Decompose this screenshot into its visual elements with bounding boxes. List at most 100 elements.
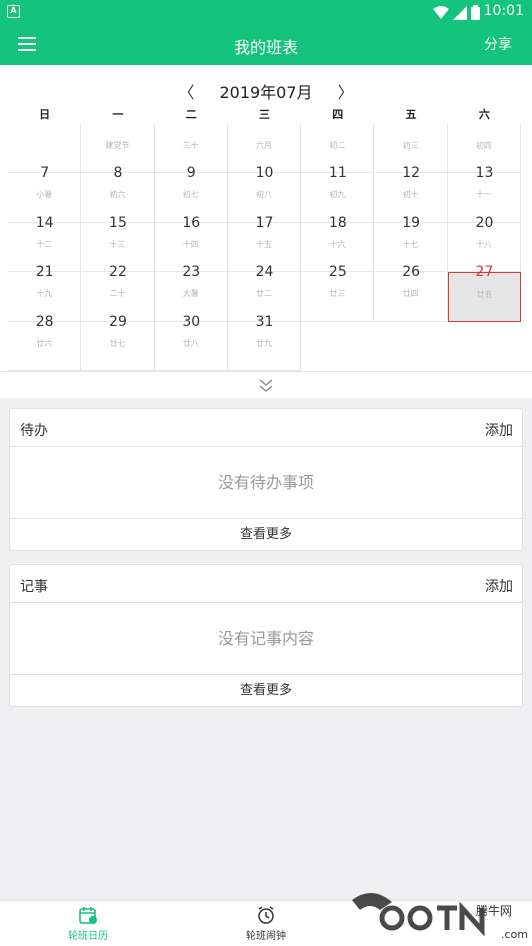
calendar-icon [79,907,97,924]
lunar-date: 初七 [182,190,199,200]
calendar-day-number: 29 [109,313,127,330]
notes-more-button[interactable]: 查看更多 [10,675,522,706]
lunar-date: 十六 [329,239,346,249]
todo-more-button[interactable]: 查看更多 [10,519,522,550]
calendar-day-number: 25 [328,264,347,281]
watermark-domain: .com [501,928,528,941]
weekday-label: 五 [405,108,417,121]
tab-shift-alarm[interactable]: 轮班闹钟 [211,905,321,942]
clock: 10:01 [483,3,524,19]
lunar-date: 初二 [329,141,346,150]
calendar-day-number: 9 [186,165,196,182]
weekday-header: 日 一 二 三 四 五 六 [8,106,521,122]
lunar-date: 初四 [475,141,492,150]
calendar-day-number: 17 [255,214,274,231]
expand-calendar-button[interactable] [0,371,532,398]
lunar-date: 十一 [475,190,492,200]
calendar-day-number: 28 [35,313,54,330]
double-chevron-down-icon [259,379,273,392]
lunar-date: 初八 [256,190,273,200]
month-navigator: 〈 2019年07月 〉 [0,79,532,103]
signal-icon [453,5,467,20]
lunar-date: 十三 [109,239,126,249]
calendar: 〈 2019年07月 〉 日 一 二 三 四 五 六 建党节 三十 六月 初二 初三 初四… [0,65,532,398]
lunar-date: 廿四 [402,289,419,299]
lunar-date: 廿八 [182,338,199,348]
lunar-date: 十七 [402,239,419,249]
alarm-clock-icon [258,906,274,924]
lunar-date: 廿五 [476,290,493,300]
todo-title: 待办 [20,423,48,439]
calendar-day-number: 24 [255,264,274,281]
wifi-icon [433,5,449,19]
lunar-date: 二十 [109,289,126,299]
lunar-date: 廿九 [256,338,273,348]
calendar-day-number: 16 [182,214,201,231]
lunar-date: 小暑 [36,190,53,200]
calendar-day-number: 11 [328,165,347,182]
calendar-day-number: 14 [35,214,54,231]
lunar-date: 廿六 [36,338,53,348]
calendar-day-number: 19 [402,214,421,231]
calendar-day-number: 8 [113,165,123,182]
weekday-label: 日 [39,108,51,121]
weekday-label: 六 [478,108,490,121]
calendar-day-number: 13 [475,165,494,182]
lunar-date: 三十 [182,141,199,150]
todo-card: 待办 添加 没有待办事项 查看更多 [9,408,523,551]
notes-card: 记事 添加 没有记事内容 查看更多 [9,564,523,707]
calendar-day-number: 20 [475,214,494,231]
lunar-date: 初九 [329,190,346,200]
lunar-date: 初六 [109,190,126,200]
notes-empty-text: 没有记事内容 [10,603,522,675]
tab-label: 轮班闹钟 [246,931,286,942]
calendar-day-number: 26 [402,264,421,281]
watermark-logo: 腾牛网 .com [332,880,532,946]
share-button[interactable]: 分享 [484,34,512,54]
status-bar: A 10:01 [0,0,532,24]
calendar-day-number: 22 [109,264,127,281]
add-note-button[interactable]: 添加 [485,576,513,596]
lunar-date: 十九 [36,289,53,299]
watermark-text: 腾牛网 [475,904,512,918]
lunar-date: 廿七 [109,338,126,348]
lunar-date: 十四 [182,239,199,249]
lunar-date: 大暑 [182,289,199,299]
lunar-date: 六月 [256,141,273,150]
weekday-label: 二 [185,108,197,121]
calendar-day-number: 23 [182,264,201,281]
calendar-day-number: 7 [40,165,50,182]
prev-month-button[interactable]: 〈 [174,79,198,103]
calendar-day-number: 31 [255,313,274,330]
calendar-day-number: 10 [255,165,274,182]
calendar-day-number: 21 [35,264,54,281]
lunar-date: 初十 [402,190,419,200]
lunar-date: 廿二 [256,289,273,299]
lunar-date: 廿三 [329,289,346,299]
lunar-date: 初三 [402,141,419,150]
app-bar: 我的班表 分享 [0,24,532,65]
calendar-day-number: 30 [182,313,201,330]
notes-title: 记事 [20,579,48,595]
calendar-day-number: 12 [402,165,421,182]
weekday-label: 四 [332,108,344,121]
tab-label: 轮班日历 [68,931,108,942]
calendar-day-number: 27 [475,264,494,281]
page-title: 我的班表 [233,38,298,57]
weekday-label: 三 [258,108,270,121]
lunar-date: 十八 [475,239,492,249]
battery-icon [471,5,480,20]
tab-shift-calendar[interactable]: 轮班日历 [33,905,143,942]
lunar-date: 建党节 [105,141,130,150]
calendar-day-number: 15 [109,214,127,231]
app-notification-icon: A [7,5,20,18]
lunar-date: 十二 [36,239,53,249]
next-month-button[interactable]: 〉 [334,79,358,103]
todo-empty-text: 没有待办事项 [10,447,522,519]
calendar-day-number: 18 [328,214,347,231]
add-todo-button[interactable]: 添加 [485,420,513,440]
weekday-label: 一 [112,108,124,121]
month-label[interactable]: 2019年07月 [219,79,312,103]
calendar-grid: 建党节 三十 六月 初二 初三 初四小暑 7 初六 8 初七 9 初八 10 初九 11 初十 12 十一 13 十二… [8,124,522,371]
lunar-date: 十五 [256,239,273,249]
